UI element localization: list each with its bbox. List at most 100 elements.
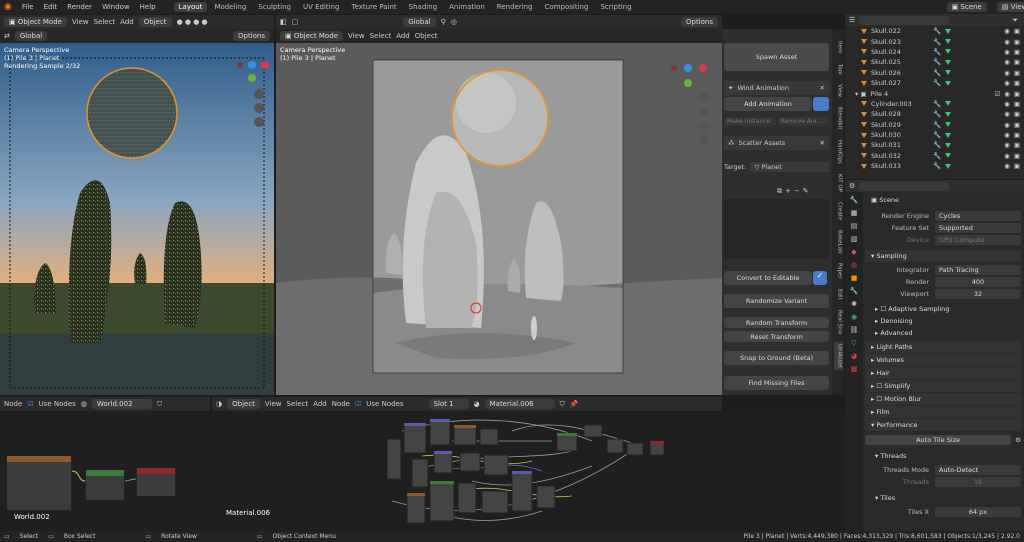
pan-icon[interactable] xyxy=(254,103,264,113)
reset-transform-button[interactable]: Reset Transform xyxy=(724,331,829,342)
npanel-tab-bakelab[interactable]: BakeLab xyxy=(834,228,843,255)
render-camera-icon[interactable]: ▣ xyxy=(1014,121,1020,129)
view-layer-tab-icon[interactable]: ▧ xyxy=(851,235,858,243)
mesh-data-icon[interactable] xyxy=(945,39,952,45)
world-menu-node[interactable]: Node xyxy=(4,400,22,408)
mesh-data-icon[interactable] xyxy=(945,163,952,169)
target-field[interactable]: ▽ Planet xyxy=(750,162,829,172)
mesh-data-icon[interactable] xyxy=(945,142,952,148)
visibility-eye-icon[interactable]: ◉ xyxy=(1004,48,1010,56)
render-camera-icon[interactable]: ▣ xyxy=(1014,162,1020,170)
outliner-row[interactable]: Cylinder.003 🔧 ◉ ▣ xyxy=(845,99,1024,109)
particles-tab-icon[interactable]: ✺ xyxy=(851,300,857,308)
material-node-canvas[interactable]: Material.006 xyxy=(212,411,845,531)
exclude-checkbox[interactable]: ☑ xyxy=(994,90,1000,98)
tool-tab-icon[interactable]: 🔧 xyxy=(850,196,859,204)
mesh-data-icon[interactable] xyxy=(945,153,952,159)
adaptive-sampling-header[interactable]: ▸ ☐ Adaptive Sampling xyxy=(865,303,1021,315)
outliner-row[interactable]: Skull.032 🔧 ◉ ▣ xyxy=(845,151,1024,161)
properties-type-icon[interactable]: ⚙ xyxy=(849,182,855,190)
material-type-selector[interactable]: Object xyxy=(227,399,260,409)
data-tab-icon[interactable]: ▽ xyxy=(851,339,856,347)
material-menu-node[interactable]: Node xyxy=(332,400,350,408)
editor-type-icon[interactable]: ◧ xyxy=(280,18,287,26)
add-icon[interactable]: + xyxy=(785,187,791,196)
hair-header[interactable]: ▸ Hair xyxy=(865,367,1021,379)
modifier-icon[interactable]: 🔧 xyxy=(933,110,941,118)
modifier-icon[interactable]: 🔧 xyxy=(933,69,941,77)
visibility-eye-icon[interactable]: ◉ xyxy=(1004,27,1010,35)
left-shading-icons[interactable]: ● ● ● ● xyxy=(177,18,208,26)
outliner-row[interactable]: Skull.025 🔧 ◉ ▣ xyxy=(845,57,1024,67)
mesh-data-icon[interactable] xyxy=(945,49,952,55)
wind-animation-header[interactable]: ✦ Wind Animation ✕ xyxy=(724,81,829,95)
render-camera-icon[interactable]: ▣ xyxy=(1014,141,1020,149)
film-header[interactable]: ▸ Film xyxy=(865,406,1021,418)
visibility-eye-icon[interactable]: ◉ xyxy=(1004,38,1010,46)
wind-close-icon[interactable]: ✕ xyxy=(820,84,825,92)
convert-checkbox[interactable]: ✓ xyxy=(813,271,827,285)
make-instance-button[interactable]: Make Instance xyxy=(724,117,776,126)
main-options[interactable]: Options xyxy=(680,17,718,27)
filter-icon[interactable]: ⏷ xyxy=(1012,16,1018,25)
render-camera-icon[interactable]: ▣ xyxy=(1014,110,1020,118)
physics-tab-icon[interactable]: ◉ xyxy=(851,313,857,321)
auto-tile-button[interactable]: Auto Tile Size xyxy=(865,435,1012,445)
render-camera-icon[interactable]: ▣ xyxy=(1014,100,1020,108)
outliner-type-icon[interactable]: ☰ xyxy=(849,16,855,24)
threads-mode-dropdown[interactable]: Auto-Detect xyxy=(935,465,1021,475)
material-fake-user-icon[interactable]: ⛉ xyxy=(560,400,565,409)
mesh-data-icon[interactable] xyxy=(945,28,952,34)
snap-ground-button[interactable]: Snap to Ground (Beta) xyxy=(724,351,829,365)
main-zoom-icon[interactable] xyxy=(699,93,709,103)
tab-texture-paint[interactable]: Texture Paint xyxy=(347,2,402,12)
npanel-tab-create[interactable]: Create xyxy=(834,200,843,222)
mesh-data-icon[interactable] xyxy=(945,101,952,107)
mesh-data-icon[interactable] xyxy=(945,80,952,86)
menu-help[interactable]: Help xyxy=(140,3,156,11)
remove-animation-button[interactable]: Remove Ani... xyxy=(777,117,829,126)
random-transform-button[interactable]: Random Transform xyxy=(724,317,829,328)
render-camera-icon[interactable]: ▣ xyxy=(1014,58,1020,66)
volumes-header[interactable]: ▸ Volumes xyxy=(865,354,1021,366)
left-menu-select[interactable]: Select xyxy=(94,18,116,26)
visibility-eye-icon[interactable]: ◉ xyxy=(1004,69,1010,77)
modifier-icon[interactable]: 🔧 xyxy=(933,48,941,56)
material-use-nodes-checkbox[interactable]: ☑ xyxy=(355,400,361,408)
denoising-header[interactable]: ▸ Denoising xyxy=(865,315,1021,327)
left-mode-selector[interactable]: ▣ Object Mode xyxy=(4,17,67,27)
tiles-x-field[interactable]: 64 px xyxy=(935,507,1021,517)
modifier-icon[interactable]: 🔧 xyxy=(933,152,941,160)
left-viewport-render[interactable]: Camera Perspective (1) Pile 3 | Planet R… xyxy=(0,43,274,395)
tab-animation[interactable]: Animation xyxy=(444,2,490,12)
properties-search-input[interactable] xyxy=(859,181,950,191)
npanel-tab-edit[interactable]: Edit xyxy=(834,287,843,302)
visibility-eye-icon[interactable]: ◉ xyxy=(1004,121,1010,129)
view-layer-selector[interactable]: ▤ View Layer xyxy=(996,2,1024,12)
list-icon[interactable]: ⧉ xyxy=(777,187,782,196)
simplify-header[interactable]: ▸ ☐ Simplify xyxy=(865,380,1021,392)
zoom-icon[interactable] xyxy=(254,89,264,99)
visibility-eye-icon[interactable]: ◉ xyxy=(1004,58,1010,66)
world-datablock[interactable]: World.002 xyxy=(91,399,152,409)
main-grid-icon[interactable] xyxy=(699,135,709,145)
tiles-header[interactable]: ▾ Tiles xyxy=(865,492,1021,504)
render-camera-icon[interactable]: ▣ xyxy=(1014,27,1020,35)
left-menu-view[interactable]: View xyxy=(72,18,89,26)
blender-logo-icon[interactable]: ◉ xyxy=(4,2,12,12)
modifier-icon[interactable]: 🔧 xyxy=(933,27,941,35)
npanel-tab-uniasset[interactable]: UniAsset xyxy=(833,341,843,370)
tab-shading[interactable]: Shading xyxy=(404,2,442,12)
npanel-tab-tool[interactable]: Tool xyxy=(834,62,843,77)
tab-compositing[interactable]: Compositing xyxy=(540,2,594,12)
proportional-icon[interactable]: ◎ xyxy=(451,18,457,26)
main-pan-icon[interactable] xyxy=(699,107,709,117)
modifier-icon[interactable]: 🔧 xyxy=(933,79,941,87)
main-menu-object[interactable]: Object xyxy=(415,32,438,40)
main-transform-orient[interactable]: Global xyxy=(403,17,436,27)
left-menu-add[interactable]: Add xyxy=(120,18,134,26)
npanel-tab-blendkit[interactable]: Blendkit xyxy=(834,105,843,132)
auto-tile-settings-icon[interactable]: ⚙ xyxy=(1015,436,1021,444)
material-menu-select[interactable]: Select xyxy=(287,400,309,408)
render-engine-dropdown[interactable]: Cycles xyxy=(935,211,1021,221)
